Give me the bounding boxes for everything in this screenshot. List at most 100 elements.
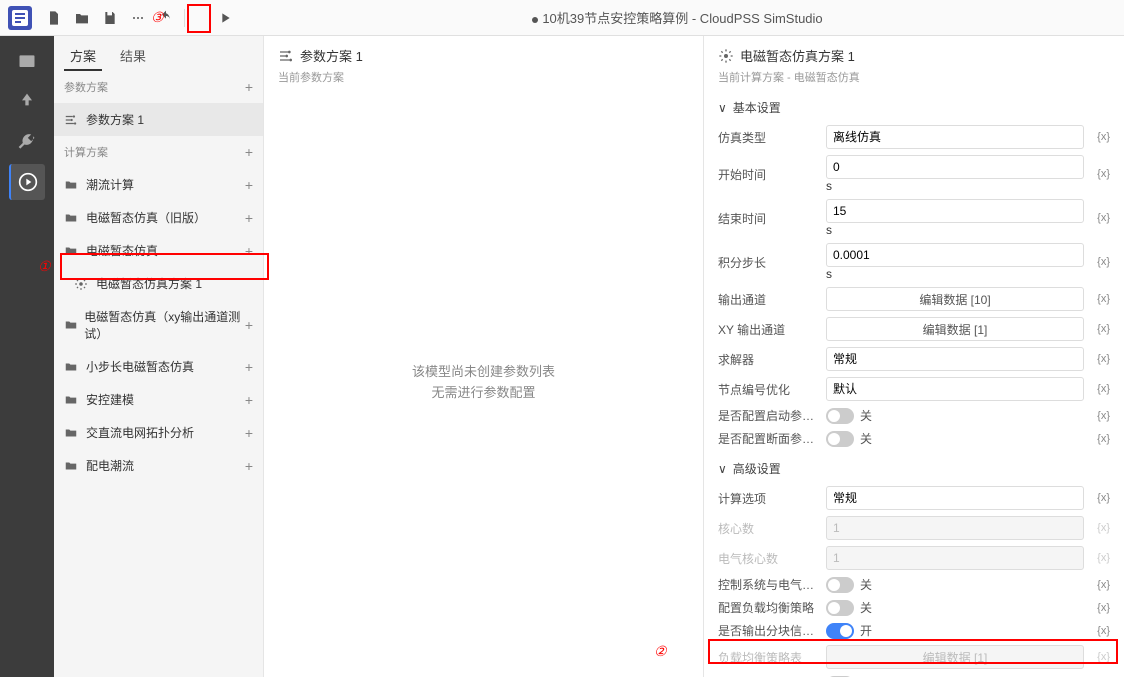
lb-table-label: 负载均衡策略表 <box>718 649 818 666</box>
load-balance-toggle[interactable] <box>826 600 854 616</box>
undo-icon[interactable] <box>154 6 178 30</box>
vx-marker[interactable]: {x} <box>1092 212 1110 224</box>
cfg-section-label: 是否配置断面参数? <box>718 430 818 447</box>
vx-marker[interactable]: {x} <box>1092 492 1110 504</box>
step-input[interactable] <box>826 243 1084 267</box>
param-panel: 参数方案 1 当前参数方案 该模型尚未创建参数列表 无需进行参数配置 <box>264 36 704 677</box>
xy-output-button[interactable]: 编辑数据 [1] <box>826 317 1084 341</box>
folder-icon <box>64 211 80 225</box>
vx-marker[interactable]: {x} <box>1092 383 1110 395</box>
calc-title: 电磁暂态仿真方案 1 <box>740 46 855 65</box>
sim-type-select[interactable]: 离线仿真 <box>826 125 1084 149</box>
add-icon[interactable]: + <box>245 392 253 408</box>
add-icon[interactable]: + <box>245 317 253 333</box>
advanced-settings-header[interactable]: ∨高级设置 <box>704 450 1124 483</box>
add-icon[interactable]: + <box>245 359 253 375</box>
add-icon[interactable]: + <box>245 210 253 226</box>
cfg-start-label: 是否配置启动参数? <box>718 407 818 424</box>
unit-label: s <box>826 179 832 193</box>
vx-marker[interactable]: {x} <box>1092 168 1110 180</box>
calc-item-8[interactable]: 配电潮流+ <box>54 449 263 482</box>
empty-state: 该模型尚未创建参数列表 无需进行参数配置 <box>264 89 703 677</box>
param-plan-item[interactable]: 参数方案 1 <box>54 103 263 136</box>
step-label: 积分步长 <box>718 254 818 271</box>
toolbar-divider <box>184 9 185 27</box>
cfg-section-toggle[interactable] <box>826 431 854 447</box>
vx-marker[interactable]: {x} <box>1092 579 1110 591</box>
add-icon[interactable]: + <box>245 177 253 193</box>
param-title: 参数方案 1 <box>300 46 363 65</box>
node-opt-label: 节点编号优化 <box>718 381 818 398</box>
unit-label: s <box>826 223 832 237</box>
vx-marker[interactable]: {x} <box>1092 410 1110 422</box>
calc-item-5[interactable]: 小步长电磁暂态仿真+ <box>54 350 263 383</box>
save-icon[interactable] <box>98 6 122 30</box>
file-icon[interactable] <box>42 6 66 30</box>
unit-label: s <box>826 267 832 281</box>
node-opt-select[interactable]: 默认 <box>826 377 1084 401</box>
vx-marker[interactable]: {x} <box>1092 256 1110 268</box>
ctrl-elec-toggle[interactable] <box>826 577 854 593</box>
output-block-toggle[interactable] <box>826 623 854 639</box>
gear-icon <box>74 277 90 291</box>
tab-plan[interactable]: 方案 <box>64 42 102 71</box>
calc-item-0[interactable]: 潮流计算+ <box>54 168 263 201</box>
add-calc-plan-icon[interactable]: + <box>245 144 253 160</box>
vx-marker[interactable]: {x} <box>1092 625 1110 637</box>
rail-run-icon[interactable] <box>9 164 45 200</box>
calc-section-header: 计算方案 + <box>54 136 263 168</box>
vx-marker[interactable]: {x} <box>1092 433 1110 445</box>
rail-screen-icon[interactable] <box>9 44 45 80</box>
annotation-box-3 <box>187 4 211 33</box>
output-block-label: 是否输出分块信息? <box>718 622 818 639</box>
left-rail <box>0 36 54 677</box>
calc-item-3[interactable]: 电磁暂态仿真方案 1 <box>54 267 263 300</box>
calc-item-7[interactable]: 交直流电网拓扑分析+ <box>54 416 263 449</box>
sliders-icon <box>64 113 80 127</box>
add-icon[interactable]: + <box>245 243 253 259</box>
tab-result[interactable]: 结果 <box>114 42 152 71</box>
vx-marker: {x} <box>1092 522 1110 534</box>
calc-item-4[interactable]: 电磁暂态仿真（xy输出通道测试）+ <box>54 300 263 350</box>
chevron-down-icon: ∨ <box>718 462 727 476</box>
calc-item-6[interactable]: 安控建模+ <box>54 383 263 416</box>
play-icon[interactable] <box>213 6 237 30</box>
rail-plug-icon[interactable] <box>9 84 45 120</box>
solver-select[interactable]: 常规 <box>826 347 1084 371</box>
output-ch-button[interactable]: 编辑数据 [10] <box>826 287 1084 311</box>
folder-icon <box>64 393 80 407</box>
sliders-icon <box>278 48 294 64</box>
gear-icon <box>718 48 734 64</box>
add-icon[interactable]: + <box>245 425 253 441</box>
end-time-label: 结束时间 <box>718 210 818 227</box>
vx-marker[interactable]: {x} <box>1092 131 1110 143</box>
vx-marker[interactable]: {x} <box>1092 353 1110 365</box>
xy-output-label: XY 输出通道 <box>718 321 818 338</box>
vx-marker[interactable]: {x} <box>1092 293 1110 305</box>
cores-input <box>826 516 1084 540</box>
sim-type-label: 仿真类型 <box>718 129 818 146</box>
more-icon[interactable] <box>126 6 150 30</box>
add-icon[interactable]: + <box>245 458 253 474</box>
elec-cores-label: 电气核心数 <box>718 550 818 567</box>
calc-opt-label: 计算选项 <box>718 490 818 507</box>
basic-settings-header[interactable]: ∨基本设置 <box>704 89 1124 122</box>
add-param-plan-icon[interactable]: + <box>245 79 253 95</box>
load-balance-label: 配置负载均衡策略 <box>718 599 818 616</box>
vx-marker[interactable]: {x} <box>1092 602 1110 614</box>
app-logo-icon <box>8 6 32 30</box>
calc-opt-select[interactable]: 常规 <box>826 486 1084 510</box>
start-time-input[interactable] <box>826 155 1084 179</box>
rail-wrench-icon[interactable] <box>9 124 45 160</box>
folder-open-icon[interactable] <box>70 6 94 30</box>
calc-item-1[interactable]: 电磁暂态仿真（旧版）+ <box>54 201 263 234</box>
vx-marker[interactable]: {x} <box>1092 323 1110 335</box>
end-time-input[interactable] <box>826 199 1084 223</box>
chevron-down-icon: ∨ <box>718 101 727 115</box>
param-section-header: 参数方案 + <box>54 71 263 103</box>
calc-item-2[interactable]: 电磁暂态仿真+ <box>54 234 263 267</box>
calc-subtitle: 当前计算方案 - 电磁暂态仿真 <box>718 69 1110 85</box>
param-subtitle: 当前参数方案 <box>278 69 689 85</box>
output-ch-label: 输出通道 <box>718 291 818 308</box>
cfg-start-toggle[interactable] <box>826 408 854 424</box>
